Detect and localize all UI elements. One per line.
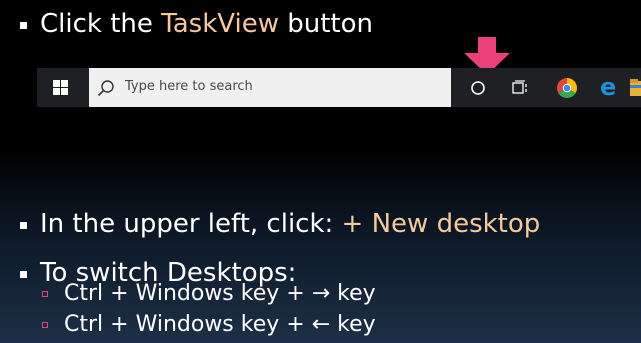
step2-prefix: In the upper left, click: [40, 209, 342, 239]
edge-icon[interactable]: e [598, 76, 620, 98]
sub-bullet-marker [42, 291, 48, 297]
taskbar: Type here to search e [37, 68, 641, 107]
cortana-icon[interactable] [470, 80, 486, 96]
sub-bullet-marker [42, 322, 48, 328]
task-view-icon[interactable] [512, 80, 528, 96]
shortcut-switch-left: Ctrl + Windows key + ← key [64, 312, 376, 337]
step1-prefix: Click the [40, 9, 162, 39]
windows-start-icon[interactable] [53, 80, 68, 95]
svg-text:e: e [600, 76, 616, 98]
step2-highlight: + New desktop [341, 209, 541, 239]
search-placeholder: Type here to search [125, 79, 253, 94]
shortcut-switch-right: Ctrl + Windows key + → key [64, 281, 376, 306]
step-new-desktop: In the upper left, click: + New desktop [40, 209, 540, 239]
bullet-marker [20, 271, 27, 278]
bullet-marker [20, 22, 27, 29]
step-click-taskview: Click the TaskView button [40, 9, 373, 39]
chrome-icon[interactable] [557, 78, 577, 98]
search-icon [97, 80, 114, 97]
taskbar-search-box[interactable]: Type here to search [89, 68, 451, 107]
bullet-marker [20, 222, 27, 229]
step1-suffix: button [278, 9, 373, 39]
step1-highlight: TaskView [161, 9, 279, 39]
file-explorer-icon[interactable] [630, 79, 641, 96]
